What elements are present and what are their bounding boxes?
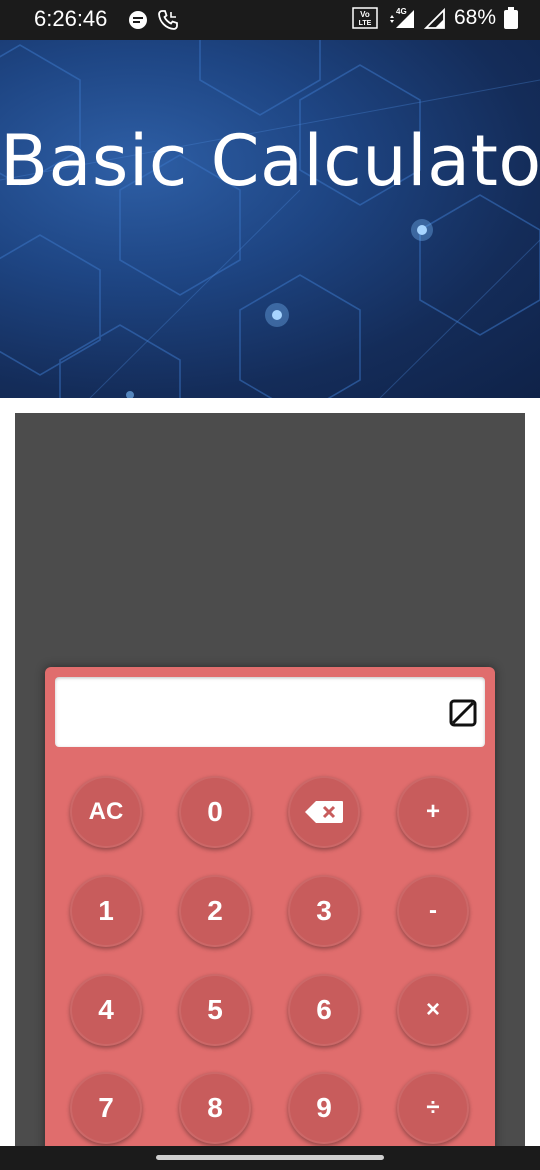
theme-toggle-icon[interactable] (449, 699, 477, 727)
backspace-icon (305, 801, 343, 823)
digit-4-button[interactable]: 4 (70, 974, 142, 1046)
clear-button[interactable]: AC (70, 776, 142, 848)
navigation-bar (0, 1146, 540, 1170)
signal-4g-icon: 4G (389, 7, 414, 28)
divide-button[interactable]: ÷ (397, 1072, 469, 1144)
digit-0-button[interactable]: 0 (179, 776, 251, 848)
status-time: 6:26:46 (34, 6, 108, 31)
digit-1-button[interactable]: 1 (70, 875, 142, 947)
multiply-button[interactable]: × (397, 974, 469, 1046)
home-gesture-handle[interactable] (156, 1155, 384, 1160)
digit-5-button[interactable]: 5 (179, 974, 251, 1046)
network-type-label: 4G (396, 7, 407, 16)
battery-icon (504, 7, 518, 29)
message-notification-icon (129, 11, 147, 29)
digit-6-button[interactable]: 6 (288, 974, 360, 1046)
digit-3-button[interactable]: 3 (288, 875, 360, 947)
digit-7-button[interactable]: 7 (70, 1072, 142, 1144)
battery-percent: 68% (453, 6, 496, 29)
digit-9-button[interactable]: 9 (288, 1072, 360, 1144)
volte-icon: Vo LTE (352, 7, 378, 29)
call-icon (158, 10, 178, 30)
page-title: Basic Calculator (0, 120, 540, 202)
signal-icon (423, 7, 445, 29)
header-banner: Basic Calculator (0, 40, 540, 398)
digit-2-button[interactable]: 2 (179, 875, 251, 947)
svg-text:Vo: Vo (360, 10, 370, 19)
status-bar: 6:26:46 Vo LTE 4G 68% (0, 0, 540, 40)
hexagon-network-background (0, 40, 540, 398)
plus-button[interactable]: + (397, 776, 469, 848)
backspace-button[interactable] (288, 776, 360, 848)
digit-8-button[interactable]: 8 (179, 1072, 251, 1144)
status-right-cluster: Vo LTE 4G 68% (352, 6, 518, 30)
calculator-body: AC 0 + 1 2 3 - 4 5 6 × 7 8 9 ÷ (45, 667, 495, 1157)
calculator-display[interactable] (55, 677, 485, 747)
svg-text:LTE: LTE (359, 20, 372, 27)
minus-button[interactable]: - (397, 875, 469, 947)
